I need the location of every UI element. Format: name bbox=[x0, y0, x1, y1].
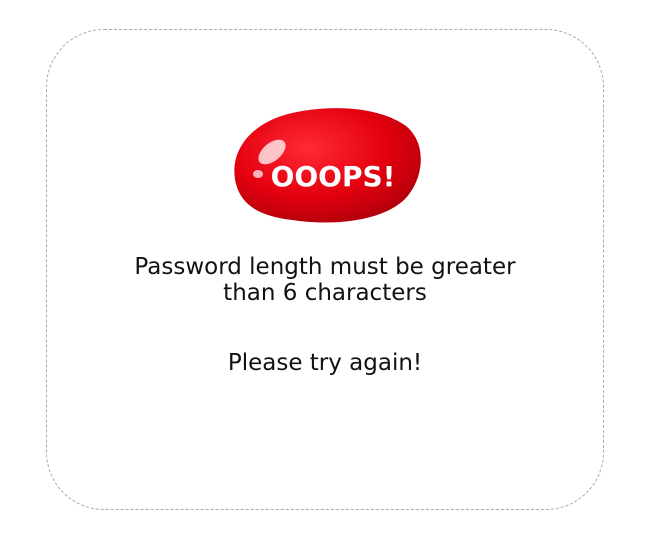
error-dialog: OOOPS! Password length must be greater t… bbox=[46, 29, 604, 510]
ooops-badge: OOOPS! bbox=[228, 102, 424, 226]
red-blob-icon: OOOPS! bbox=[234, 108, 421, 223]
error-message: Password length must be greater than 6 c… bbox=[47, 254, 603, 306]
error-message-line2: than 6 characters bbox=[223, 280, 427, 306]
error-message-line1: Password length must be greater bbox=[134, 254, 516, 280]
ooops-label: OOOPS! bbox=[271, 160, 396, 193]
retry-prompt: Please try again! bbox=[227, 350, 423, 376]
